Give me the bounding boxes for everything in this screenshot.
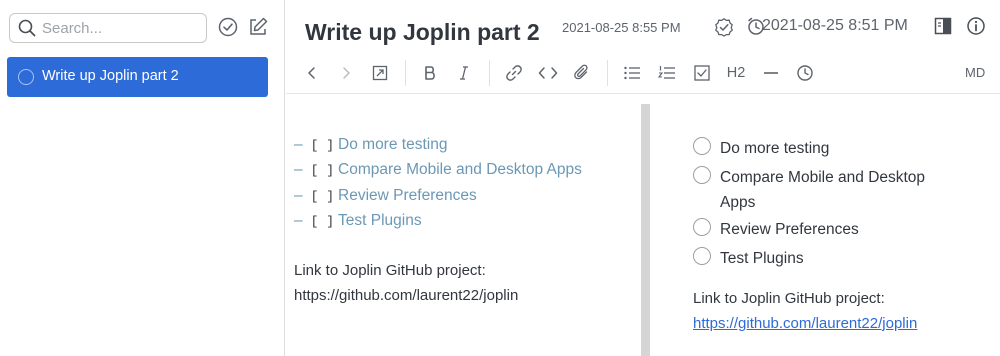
- viewer-checkbox[interactable]: [693, 137, 711, 155]
- viewer-checklist-text: Compare Mobile and Desktop Apps: [720, 169, 926, 211]
- toolbar-divider: [607, 60, 608, 86]
- code-button[interactable]: [536, 61, 560, 85]
- numbered-list-button[interactable]: [655, 61, 679, 85]
- viewer-github-link[interactable]: https://github.com/laurent22/joplin: [693, 315, 917, 332]
- insert-time-icon: [797, 65, 813, 81]
- layout-toggle-icon[interactable]: [934, 17, 952, 35]
- checklist-text: Review Preferences: [338, 187, 477, 204]
- search-input[interactable]: [42, 18, 200, 38]
- viewer-checklist-item: Do more testing: [693, 136, 963, 161]
- compose-icon[interactable]: [247, 16, 269, 38]
- checklist-text: Compare Mobile and Desktop Apps: [338, 161, 582, 178]
- italic-icon: [460, 66, 468, 80]
- back-button[interactable]: [300, 61, 324, 85]
- horizontal-rule-icon: [764, 72, 778, 74]
- updated-time: 2021-08-25 8:55 PM: [562, 20, 681, 35]
- pane-splitter[interactable]: [641, 104, 650, 356]
- checkbox-list-button[interactable]: [690, 61, 714, 85]
- search-icon: [18, 19, 36, 37]
- search-box[interactable]: [9, 13, 207, 43]
- viewer-checklist-text: Review Preferences: [720, 221, 859, 238]
- external-edit-icon: [372, 65, 388, 81]
- italic-button[interactable]: [452, 61, 476, 85]
- editor-link-url[interactable]: https://github.com/laurent22/joplin: [294, 287, 518, 304]
- viewer-checklist-item: Review Preferences: [693, 217, 963, 242]
- checkbox-markup: [ ]: [310, 214, 335, 229]
- checkbox-markup: [ ]: [310, 189, 335, 204]
- editor-checklist-line[interactable]: –[ ] Test Plugins: [294, 212, 422, 230]
- viewer-checklist-item: Test Plugins: [693, 246, 963, 271]
- horizontal-rule-button[interactable]: [759, 61, 783, 85]
- bullet-list-button[interactable]: [620, 61, 644, 85]
- editor-checklist-line[interactable]: –[ ] Do more testing: [294, 136, 447, 154]
- checkbox-markup: [ ]: [310, 163, 335, 178]
- bold-icon: [425, 66, 435, 80]
- bold-button[interactable]: [418, 61, 442, 85]
- markdown-viewer: Do more testing Compare Mobile and Deskt…: [650, 94, 1000, 356]
- insert-time-button[interactable]: [793, 61, 817, 85]
- viewer-checklist-item: Compare Mobile and Desktop Apps: [693, 165, 963, 215]
- list-bullet: –: [294, 161, 303, 178]
- checkbox-list-icon: [694, 65, 710, 81]
- link-icon: [506, 65, 522, 81]
- viewer-checkbox[interactable]: [693, 218, 711, 236]
- viewer-link-label: Link to Joplin GitHub project:: [693, 290, 885, 307]
- code-icon: [538, 67, 558, 79]
- list-bullet: –: [294, 136, 303, 153]
- viewer-checklist-text: Do more testing: [720, 140, 830, 157]
- editor-checklist-line[interactable]: –[ ] Review Preferences: [294, 187, 477, 205]
- toolbar-divider: [405, 60, 406, 86]
- bullet-list-icon: [624, 66, 640, 80]
- list-bullet: –: [294, 187, 303, 204]
- toolbar-divider: [489, 60, 490, 86]
- note-list-panel: Write up Joplin part 2: [0, 0, 285, 356]
- viewer-checkbox[interactable]: [693, 247, 711, 265]
- markdown-editor[interactable]: –[ ] Do more testing –[ ] Compare Mobile a…: [286, 94, 641, 356]
- note-list-item-title: Write up Joplin part 2: [42, 68, 179, 84]
- alarm-time[interactable]: 2021-08-25 8:51 PM: [762, 17, 908, 35]
- checklist-text: Test Plugins: [338, 212, 422, 229]
- numbered-list-icon: [658, 66, 675, 79]
- viewer-checklist-text: Test Plugins: [720, 250, 804, 267]
- viewer-checkbox[interactable]: [693, 166, 711, 184]
- attach-icon: [574, 64, 588, 80]
- todo-status-icon[interactable]: [714, 17, 734, 37]
- list-bullet: –: [294, 212, 303, 229]
- editor-link-label[interactable]: Link to Joplin GitHub project:: [294, 262, 486, 279]
- editor-checklist-line[interactable]: –[ ] Compare Mobile and Desktop Apps: [294, 161, 582, 179]
- note-list-item[interactable]: Write up Joplin part 2: [7, 57, 268, 97]
- todo-checkbox[interactable]: [18, 69, 34, 85]
- checkmark-circle-icon[interactable]: [217, 16, 239, 38]
- info-icon[interactable]: [966, 16, 986, 36]
- checkbox-markup: [ ]: [310, 138, 335, 153]
- external-edit-button[interactable]: [368, 61, 392, 85]
- forward-button[interactable]: [334, 61, 358, 85]
- checklist-text: Do more testing: [338, 136, 448, 153]
- heading-label: H2: [726, 65, 746, 81]
- heading-button[interactable]: H2: [722, 61, 750, 85]
- back-icon: [308, 67, 315, 79]
- link-button[interactable]: [502, 61, 526, 85]
- editor-mode-toggle[interactable]: MD: [965, 65, 985, 80]
- attach-button[interactable]: [570, 61, 594, 85]
- forward-icon: [343, 67, 350, 79]
- note-title[interactable]: Write up Joplin part 2: [305, 19, 540, 46]
